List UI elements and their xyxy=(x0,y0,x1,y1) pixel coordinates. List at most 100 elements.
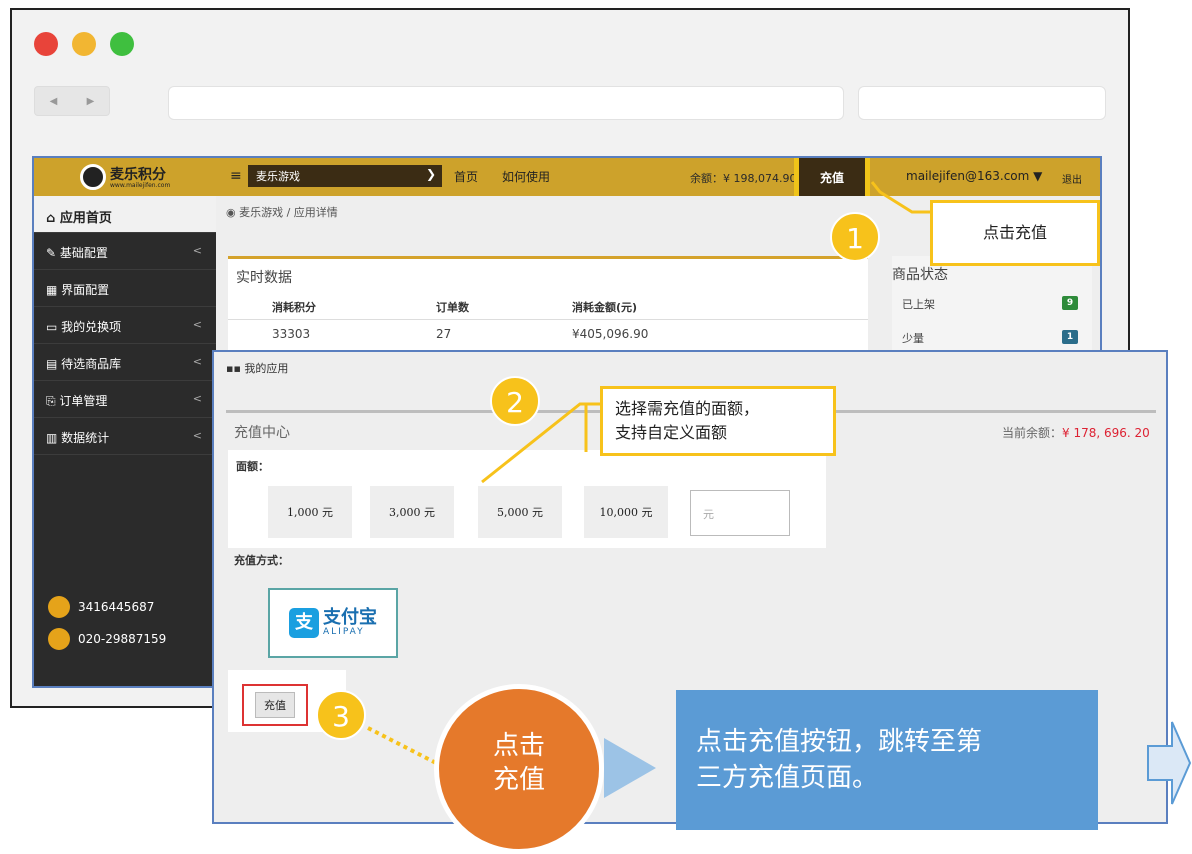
next-arrow-icon xyxy=(1147,721,1192,805)
contact-phone: 020-29887159 xyxy=(48,628,166,650)
user-email[interactable]: mailejifen@163.com ▼ xyxy=(906,169,1042,183)
minimize-dot[interactable] xyxy=(72,32,96,56)
recharge-button-label: 充值 xyxy=(255,692,295,718)
sidebar-item-home[interactable]: ⌂ 应用首页 xyxy=(34,196,216,233)
close-dot[interactable] xyxy=(34,32,58,56)
grid-icon: ▦ xyxy=(46,283,62,297)
sidebar-item-goods[interactable]: ▤ 待选商品库 < xyxy=(34,344,216,381)
back-icon[interactable]: ◀ xyxy=(50,96,58,107)
amount-section: 面额： 1,000 元 3,000 元 5,000 元 10,000 元 元 xyxy=(228,450,826,548)
game-select-label: 麦乐游戏 xyxy=(256,170,300,183)
status-row-listed: 已上架 xyxy=(902,298,935,311)
custom-amount-input[interactable]: 元 xyxy=(690,490,790,536)
alipay-option[interactable]: 支 支付宝 ALIPAY xyxy=(268,588,398,658)
my-app-heading: ▪▪ 我的应用 xyxy=(226,360,288,376)
status-row-low: 少量 xyxy=(902,332,924,345)
realtime-panel: 实时数据 消耗积分 订单数 消耗金额(元) 33303 27 ¥405,096.… xyxy=(228,256,868,350)
panel-title: 实时数据 xyxy=(236,270,292,286)
sidebar-label: 数据统计 xyxy=(61,431,110,445)
summary-line-1: 点击充值按钮，跳转至第 xyxy=(696,727,983,757)
sidebar-label: 基础配置 xyxy=(59,246,108,260)
logo-icon xyxy=(80,164,106,190)
phone-icon xyxy=(48,628,70,650)
current-balance: 当前余额：¥ 178, 696. 20 xyxy=(1002,424,1150,441)
sidebar-item-basic-config[interactable]: ✎ 基础配置 < xyxy=(34,233,216,270)
sidebar-label: 我的兑换项 xyxy=(61,320,122,334)
game-select[interactable]: 麦乐游戏 ❯ xyxy=(248,165,442,187)
chevron-left-icon: < xyxy=(192,318,202,331)
address-bar[interactable] xyxy=(168,86,844,120)
chevron-left-icon: < xyxy=(192,355,202,368)
forward-icon[interactable]: ▶ xyxy=(87,96,95,107)
phone-number: 020-29887159 xyxy=(78,632,167,646)
table-icon: ▤ xyxy=(46,357,62,371)
qq-number: 3416445687 xyxy=(78,600,155,614)
grid-icon: ▪▪ xyxy=(226,362,245,375)
sidebar-label: 订单管理 xyxy=(59,394,108,408)
pay-method-label: 充值方式： xyxy=(234,554,289,567)
step-1-badge: 1 xyxy=(830,212,880,262)
recharge-top-button[interactable]: 充值 xyxy=(794,158,870,196)
email-label: mailejifen@163.com xyxy=(906,169,1030,183)
chevron-left-icon: < xyxy=(192,392,202,405)
summary-line-2: 三方充值页面。 xyxy=(696,763,879,793)
nav-buttons[interactable]: ◀ ▶ xyxy=(34,86,110,116)
sidebar-label: 待选商品库 xyxy=(61,357,122,371)
step-3-badge: 3 xyxy=(316,690,366,740)
logo-sub: www.mailejifen.com xyxy=(110,182,171,189)
recharge-button[interactable]: 充值 xyxy=(242,684,308,726)
nav-home[interactable]: 首页 xyxy=(454,168,478,185)
breadcrumb: ◉ 麦乐游戏 / 应用详情 xyxy=(226,204,338,220)
step-2-line-1: 选择需充值的面额， xyxy=(615,399,760,418)
recharge-center-title: 充值中心 xyxy=(234,425,290,441)
sidebar-item-exchange[interactable]: ▭ 我的兑换项 < xyxy=(34,307,216,344)
status-badge: 9 xyxy=(1062,296,1078,310)
amount-option-5000[interactable]: 5,000 元 xyxy=(478,486,562,538)
amount-option-3000[interactable]: 3,000 元 xyxy=(370,486,454,538)
menu-icon[interactable]: ≡ xyxy=(230,168,242,184)
balance-value: ¥ 178, 696. 20 xyxy=(1062,426,1150,440)
clipboard-icon: ⎘ xyxy=(46,394,60,408)
home-icon: ⌂ xyxy=(46,211,60,226)
nav-how-to[interactable]: 如何使用 xyxy=(502,168,550,185)
sidebar-item-stats[interactable]: ▥ 数据统计 < xyxy=(34,418,216,455)
status-title: 商品状态 xyxy=(892,267,948,283)
caret-down-icon: ▼ xyxy=(1033,169,1043,183)
status-panel: 商品状态 已上架 9 少量 1 xyxy=(892,256,1092,356)
gamepad-icon: ◉ xyxy=(226,206,240,219)
circle-line-2: 充值 xyxy=(492,765,545,795)
td-amount: ¥405,096.90 xyxy=(572,327,649,341)
search-bar[interactable] xyxy=(858,86,1106,120)
top-bar: 麦乐积分 www.mailejifen.com ≡ 麦乐游戏 ❯ 首页 如何使用… xyxy=(34,158,1100,196)
td-orders: 27 xyxy=(436,327,452,341)
th-points: 消耗积分 xyxy=(272,301,316,314)
logo-text: 麦乐积分 xyxy=(110,167,166,183)
sidebar-label: 应用首页 xyxy=(59,211,112,226)
maximize-dot[interactable] xyxy=(110,32,134,56)
logout-link[interactable]: 退出 xyxy=(1062,171,1082,186)
sidebar-item-ui-config[interactable]: ▦ 界面配置 xyxy=(34,270,216,307)
chevron-left-icon: < xyxy=(192,429,202,442)
chevron-left-icon: < xyxy=(192,244,202,257)
divider xyxy=(228,319,868,320)
td-points: 33303 xyxy=(272,327,311,341)
alipay-en: ALIPAY xyxy=(323,627,365,637)
chart-icon: ▥ xyxy=(46,431,62,445)
contact-qq: 3416445687 xyxy=(48,596,154,618)
amount-option-1000[interactable]: 1,000 元 xyxy=(268,486,352,538)
alipay-cn: 支付宝 xyxy=(323,607,377,628)
play-arrow-icon xyxy=(604,738,656,798)
step-1-callout: 点击充值 xyxy=(930,200,1100,266)
sidebar-item-orders[interactable]: ⎘ 订单管理 < xyxy=(34,381,216,418)
my-app-label: 我的应用 xyxy=(244,362,289,375)
edit-icon: ✎ xyxy=(46,246,60,260)
monitor-icon: ▭ xyxy=(46,320,62,334)
chevron-right-icon: ❯ xyxy=(425,167,436,181)
balance-text: 余额：¥ 198,074.90 xyxy=(690,172,797,185)
breadcrumb-text[interactable]: 麦乐游戏 / 应用详情 xyxy=(239,206,338,219)
qq-icon xyxy=(48,596,70,618)
amount-option-10000[interactable]: 10,000 元 xyxy=(584,486,668,538)
th-orders: 订单数 xyxy=(436,301,469,314)
step-2-line-2: 支持自定义面额 xyxy=(615,423,728,442)
sidebar: ⌂ 应用首页 ✎ 基础配置 < ▦ 界面配置 ▭ 我的兑换项 < ▤ 待选商品库 < … xyxy=(34,196,216,686)
